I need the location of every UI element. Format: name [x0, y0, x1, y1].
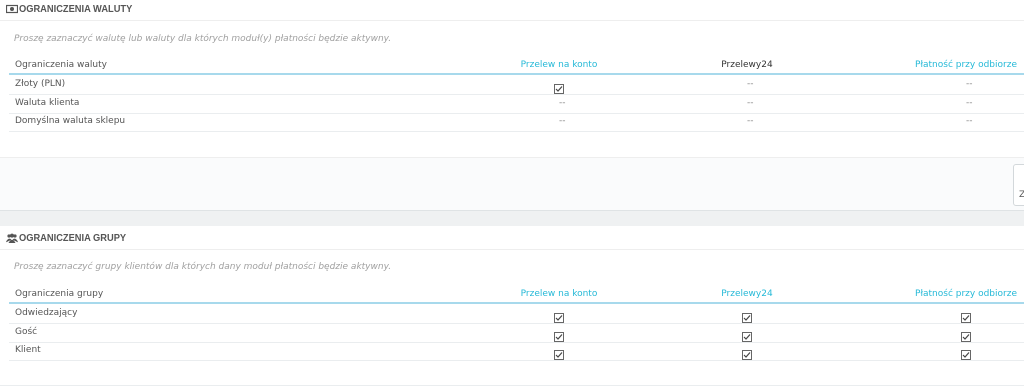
column-header-link[interactable]: Przelewy24	[721, 289, 772, 299]
currency-restrictions-panel: Ograniczenia waluty Proszę zaznaczyć wal…	[0, 0, 1024, 211]
section-divider	[0, 210, 1024, 226]
column-header-link[interactable]: Płatność przy odbiorze	[915, 289, 1017, 299]
help-text: Proszę zaznaczyć grupy klientów dla któr…	[14, 262, 392, 272]
table-row: Odwiedzający	[9, 305, 1024, 324]
row-label: Domyślna waluta sklepu	[15, 116, 126, 126]
checkbox[interactable]	[742, 308, 752, 323]
table-row: Waluta klienta -- -- --	[9, 95, 1024, 114]
table-row: Klient	[9, 342, 1024, 361]
column-header: Ograniczenia waluty	[15, 60, 107, 70]
table-row: Złoty (PLN) -- --	[9, 76, 1024, 95]
column-header: Przelewy24	[721, 60, 773, 70]
panel-heading: Ograniczenia grupy	[0, 226, 1024, 250]
money-icon	[5, 4, 19, 14]
table-row: Domyślna waluta sklepu -- -- --	[9, 113, 1024, 132]
group-restrictions-panel: Ograniczenia grupy Proszę zaznaczyć grup…	[0, 226, 1024, 391]
column-header-link[interactable]: Przelew na konto	[521, 60, 598, 70]
panel-heading: Ograniczenia waluty	[0, 0, 1024, 21]
row-label: Złoty (PLN)	[15, 79, 66, 89]
row-label: Waluta klienta	[15, 98, 80, 108]
row-label: Odwiedzający	[15, 308, 78, 318]
save-button-label: Z	[1019, 190, 1024, 200]
table-row: Gość	[9, 324, 1024, 343]
checkbox[interactable]	[742, 327, 752, 342]
checkbox[interactable]	[554, 345, 564, 360]
table-header: Ograniczenia waluty Przelew na konto Prz…	[9, 59, 1024, 75]
row-label: Klient	[15, 345, 41, 355]
column-header: Ograniczenia grupy	[15, 289, 104, 299]
panel-footer	[0, 157, 1024, 211]
column-header-link[interactable]: Przelew na konto	[521, 289, 598, 299]
column-header-link[interactable]: Płatność przy odbiorze	[915, 60, 1017, 70]
save-button[interactable]: Z	[1013, 164, 1024, 206]
panel-title: Ograniczenia grupy	[19, 233, 127, 244]
checkbox[interactable]	[742, 345, 752, 360]
checkbox[interactable]	[554, 79, 564, 94]
checkbox[interactable]	[961, 327, 971, 342]
panel-title: Ograniczenia waluty	[19, 4, 133, 15]
row-label: Gość	[15, 327, 38, 337]
checkbox[interactable]	[961, 345, 971, 360]
panel-bottom-border	[0, 385, 1024, 386]
help-text: Proszę zaznaczyć walutę lub waluty dla k…	[14, 34, 392, 44]
checkbox[interactable]	[961, 308, 971, 323]
table-header: Ograniczenia grupy Przelew na konto Prze…	[9, 288, 1024, 304]
group-icon	[6, 233, 18, 243]
checkbox[interactable]	[554, 327, 564, 342]
checkbox[interactable]	[554, 308, 564, 323]
